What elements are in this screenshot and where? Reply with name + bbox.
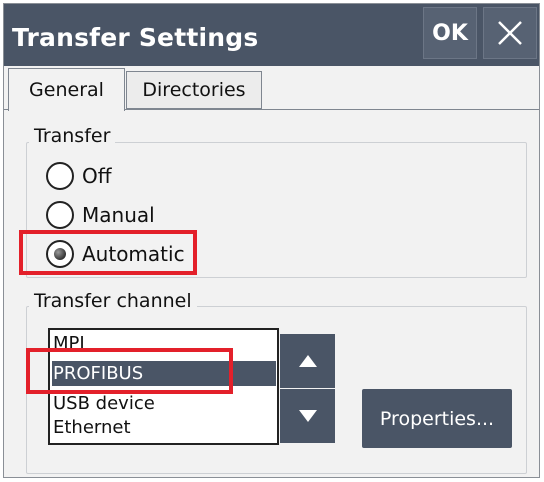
scroll-down-button[interactable] — [280, 389, 335, 443]
close-icon — [498, 21, 522, 45]
close-button[interactable] — [483, 7, 537, 59]
list-item[interactable]: USB device — [52, 391, 276, 416]
ok-button[interactable]: OK — [423, 7, 477, 59]
triangle-up-icon — [298, 355, 317, 367]
radio-off-label: Off — [82, 164, 112, 188]
title-bar: Transfer Settings OK — [4, 4, 539, 66]
transfer-settings-dialog: Transfer Settings OK General Directories… — [3, 3, 540, 478]
transfer-channel-label: Transfer channel — [29, 290, 197, 312]
triangle-down-icon — [298, 410, 317, 422]
list-item[interactable]: Ethernet — [52, 415, 276, 440]
tab-general[interactable]: General — [8, 68, 125, 111]
radio-off[interactable]: Off — [46, 160, 112, 192]
radio-off-circle[interactable] — [46, 162, 74, 190]
properties-button[interactable]: Properties... — [362, 389, 512, 448]
transfer-group-label: Transfer — [29, 125, 116, 147]
dialog-title: Transfer Settings — [12, 23, 259, 52]
tab-directories[interactable]: Directories — [126, 71, 262, 109]
automatic-highlight-box — [19, 230, 197, 275]
scroll-up-button[interactable] — [280, 334, 335, 388]
radio-manual-label: Manual — [82, 203, 155, 227]
radio-manual-circle[interactable] — [46, 201, 74, 229]
radio-manual[interactable]: Manual — [46, 199, 155, 231]
profibus-highlight-box — [26, 348, 233, 394]
